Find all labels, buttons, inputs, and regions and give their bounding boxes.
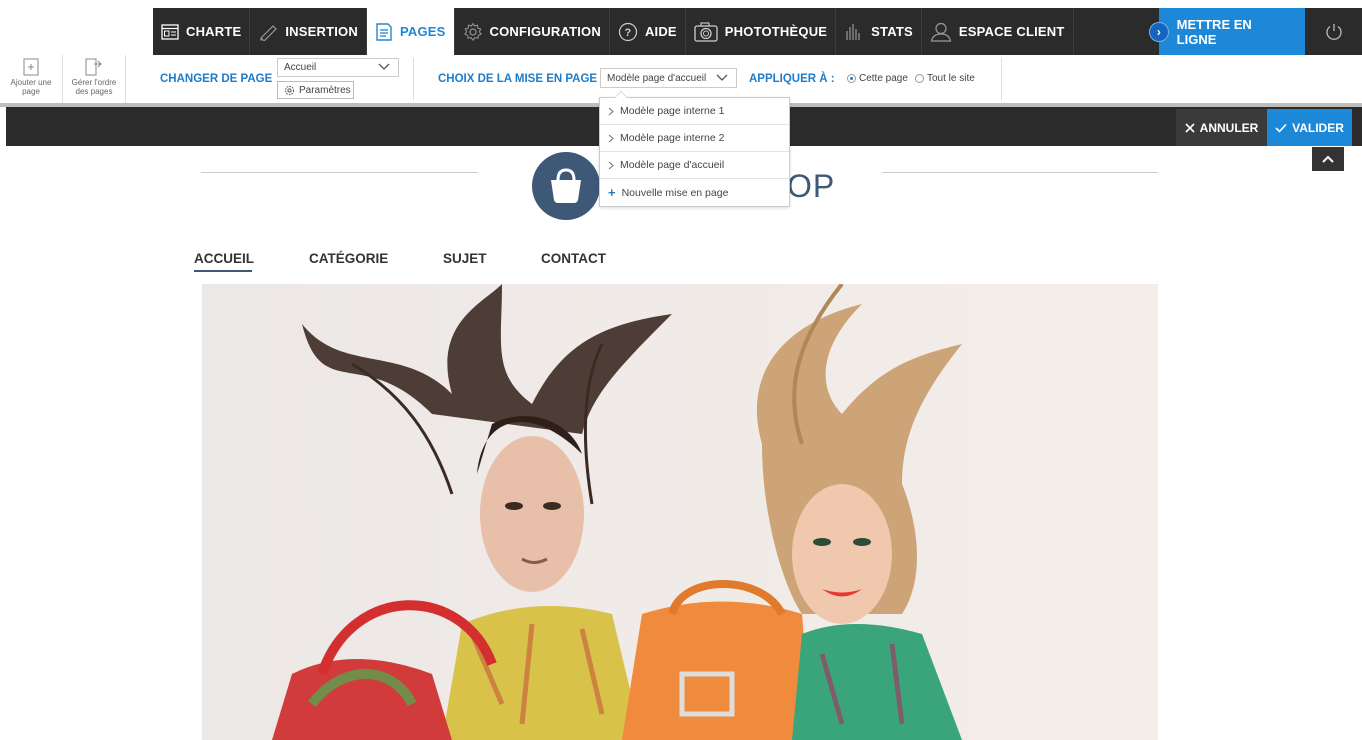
hero-illustration	[272, 284, 962, 740]
chevron-right-icon	[608, 107, 614, 115]
layout-select[interactable]: Modèle page d'accueil	[600, 68, 737, 88]
check-icon	[1275, 123, 1287, 133]
nav-label: CONFIGURATION	[489, 24, 601, 39]
manage-order-button[interactable]: Gérer l'ordre des pages	[63, 55, 126, 103]
nav-espace-client[interactable]: ESPACE CLIENT	[922, 8, 1074, 55]
nav-stats[interactable]: STATS	[836, 8, 922, 55]
validate-button[interactable]: VALIDER	[1267, 109, 1352, 146]
nav-label: CHARTE	[186, 24, 242, 39]
radio-checked-icon	[847, 74, 856, 83]
gear-icon	[463, 22, 482, 41]
site-logo[interactable]	[532, 152, 600, 220]
collapse-button[interactable]	[1312, 147, 1344, 171]
camera-icon	[694, 21, 718, 42]
header-rule-right	[882, 172, 1158, 173]
add-page-button[interactable]: Ajouter une page	[0, 55, 63, 103]
nav-label: STATS	[871, 24, 913, 39]
site-menu-accueil[interactable]: ACCUEIL	[194, 251, 254, 266]
active-menu-underline	[194, 270, 252, 272]
nav-aide[interactable]: ? AIDE	[610, 8, 686, 55]
divider	[1001, 58, 1002, 100]
nav-label: PHOTOTHÈQUE	[724, 24, 828, 39]
header-rule-left	[201, 172, 478, 173]
page-select-value: Accueil	[284, 62, 317, 73]
chevron-up-icon	[1322, 155, 1334, 163]
site-menu-categorie[interactable]: CATÉGORIE	[309, 251, 388, 266]
add-page-icon	[23, 58, 39, 76]
radio-unchecked-icon	[915, 74, 924, 83]
dropdown-caret	[614, 91, 628, 98]
chevron-down-icon	[716, 74, 728, 81]
gear-icon	[284, 85, 295, 95]
dropdown-item-label: Modèle page interne 2	[620, 132, 725, 144]
chevron-right-icon	[608, 134, 614, 142]
site-menu-contact[interactable]: CONTACT	[541, 251, 606, 266]
cancel-button[interactable]: ANNULER	[1176, 109, 1267, 146]
dropdown-item-label: Modèle page interne 1	[620, 105, 725, 117]
publish-label: METTRE EN LIGNE	[1176, 16, 1252, 47]
publish-button[interactable]: › METTRE EN LIGNE	[1149, 8, 1305, 55]
layout-choice-label: CHOIX DE LA MISE EN PAGE	[438, 73, 598, 85]
add-page-label: Ajouter une page	[10, 78, 52, 96]
radio-this-page[interactable]: Cette page	[847, 73, 908, 84]
pages-icon	[376, 22, 392, 41]
radio-whole-site-label: Tout le site	[927, 73, 975, 84]
params-button[interactable]: Paramètres	[277, 81, 354, 99]
nav-insertion[interactable]: INSERTION	[250, 8, 367, 55]
nav-pages[interactable]: PAGES	[366, 8, 455, 55]
validate-label: VALIDER	[1292, 120, 1344, 135]
plus-icon: +	[608, 185, 616, 200]
top-navigation: CHARTE INSERTION PAGES CONFIGURATION ? A…	[153, 8, 1362, 55]
bag-icon	[551, 168, 581, 203]
dropdown-item-interne-2[interactable]: Modèle page interne 2	[600, 125, 789, 152]
nav-label: AIDE	[644, 24, 677, 39]
nav-charte[interactable]: CHARTE	[153, 8, 251, 55]
close-icon	[1185, 122, 1195, 133]
pencil-icon	[260, 24, 278, 41]
radio-this-page-label: Cette page	[859, 73, 908, 84]
nav-label: PAGES	[399, 24, 446, 39]
power-button[interactable]	[1305, 8, 1362, 55]
site-menu-sujet[interactable]: SUJET	[443, 251, 487, 266]
change-page-label: CHANGER DE PAGE	[160, 73, 273, 85]
manage-order-label: Gérer l'ordre des pages	[71, 78, 117, 96]
chevron-down-icon	[378, 63, 390, 70]
nav-configuration[interactable]: CONFIGURATION	[455, 8, 610, 55]
dropdown-item-accueil[interactable]: Modèle page d'accueil	[600, 152, 789, 179]
nav-phototheque[interactable]: PHOTOTHÈQUE	[686, 8, 837, 55]
help-icon: ?	[618, 22, 638, 41]
svg-text:?: ?	[624, 27, 631, 39]
chevron-right-icon	[608, 161, 614, 169]
page-tools: Ajouter une page Gérer l'ordre des pages	[0, 55, 126, 103]
dropdown-item-interne-1[interactable]: Modèle page interne 1	[600, 98, 789, 125]
chevron-right-icon: ›	[1149, 21, 1169, 42]
user-icon	[930, 22, 952, 42]
radio-whole-site[interactable]: Tout le site	[915, 73, 975, 84]
power-icon	[1325, 23, 1342, 40]
divider	[413, 58, 414, 100]
page-select[interactable]: Accueil	[277, 58, 399, 77]
layout-dropdown-menu: Modèle page interne 1 Modèle page intern…	[599, 91, 790, 207]
hero-image	[202, 284, 1158, 740]
cancel-label: ANNULER	[1199, 120, 1259, 135]
dropdown-new-layout[interactable]: + Nouvelle mise en page	[600, 179, 789, 206]
stats-icon	[846, 23, 860, 40]
dropdown-item-label: Modèle page d'accueil	[620, 159, 725, 171]
dropdown-new-layout-label: Nouvelle mise en page	[621, 186, 729, 199]
layout-icon	[161, 23, 179, 40]
params-label: Paramètres	[299, 84, 351, 96]
nav-label: INSERTION	[285, 24, 358, 39]
apply-to-label: APPLIQUER À :	[749, 73, 835, 85]
layout-select-value: Modèle page d'accueil	[607, 72, 707, 84]
page-order-icon	[85, 58, 102, 76]
nav-label: ESPACE CLIENT	[958, 24, 1065, 39]
site-logo-text: OP	[787, 168, 836, 204]
